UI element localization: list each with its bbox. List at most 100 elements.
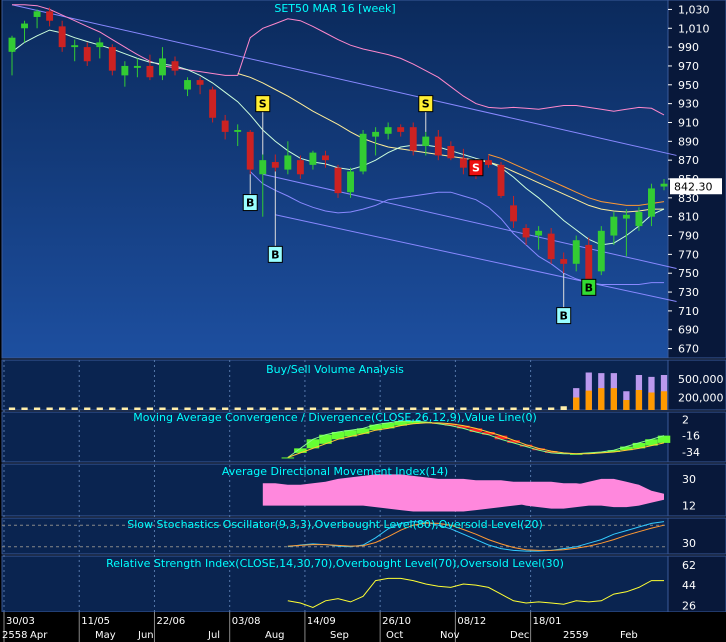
y-tick-label: 12 <box>682 500 696 513</box>
volume-bar-sell <box>334 407 342 410</box>
volume-bar <box>573 388 580 410</box>
volume-bar-sell <box>109 407 116 410</box>
x-tick-label-month: Jun <box>137 630 154 641</box>
volume-bar-sell <box>347 407 354 410</box>
signal-label: B <box>271 248 279 261</box>
y-tick-label: 870 <box>678 154 699 167</box>
y-tick-label: 950 <box>678 79 699 92</box>
volume-bar-sell <box>435 407 442 410</box>
volume-bar <box>96 407 103 410</box>
candle <box>334 164 342 198</box>
volume-bar <box>46 407 53 410</box>
volume-bar <box>184 407 191 410</box>
volume-bar <box>209 407 216 410</box>
volume-bar <box>171 407 179 410</box>
candle-body <box>610 216 618 236</box>
candle-body <box>159 58 166 76</box>
stoch-title: Slow Stochastics Oscillator(9,3,3),Overb… <box>127 518 543 531</box>
candle-body <box>359 133 367 172</box>
x-tick-label-month: 2558 <box>2 630 27 641</box>
candle-body <box>497 164 505 196</box>
y-tick-label: 1,030 <box>678 3 710 16</box>
x-tick-label: 30/03 <box>6 616 35 627</box>
volume-bar <box>485 407 492 410</box>
rsi-title: Relative Strength Index(CLOSE,14,30,70),… <box>106 557 564 570</box>
candle-body <box>83 47 91 62</box>
y-tick-label: 730 <box>678 286 699 299</box>
candle-body <box>21 23 28 29</box>
x-tick-label-month: Nov <box>440 630 460 641</box>
volume-bar-sell <box>247 407 254 410</box>
candle-body <box>58 26 66 48</box>
candle-body <box>296 160 304 175</box>
y-tick-label: 44 <box>682 579 696 592</box>
volume-bar <box>33 407 41 410</box>
volume-bar <box>397 407 404 410</box>
y-tick-label: 30 <box>682 473 696 486</box>
y-tick-label: 990 <box>678 41 699 54</box>
y-tick-label: 500,000 <box>678 373 724 386</box>
candle-body <box>347 171 354 193</box>
volume-bar-sell <box>222 407 229 410</box>
volume-bar-sell <box>359 407 367 410</box>
signal-marker-sell: S <box>468 158 484 177</box>
candle-body <box>597 230 605 272</box>
candle-body <box>322 155 329 161</box>
volume-bar <box>560 406 567 410</box>
volume-bar-sell <box>71 407 78 410</box>
candle <box>597 226 605 276</box>
volume-bar-buy <box>598 388 605 410</box>
volume-bar-sell <box>146 407 154 410</box>
volume-bar-sell <box>234 407 241 410</box>
volume-bar <box>648 376 655 410</box>
signal-label: S <box>422 98 430 111</box>
volume-bar-buy <box>623 400 630 410</box>
volume-bar-sell <box>46 407 53 410</box>
volume-bar-buy <box>635 390 643 410</box>
volume-bar-buy <box>648 392 655 410</box>
candle-body <box>33 11 41 17</box>
y-tick-label: 26 <box>682 599 696 612</box>
y-tick-label: 970 <box>678 60 699 73</box>
volume-bar <box>272 407 279 410</box>
volume-bar-buy <box>573 397 580 410</box>
volume-bar <box>522 407 530 410</box>
volume-bar <box>410 407 417 410</box>
candle-body <box>146 65 154 78</box>
candle-body <box>171 61 179 71</box>
x-tick-label-month: Feb <box>620 630 638 641</box>
volume-bar <box>447 407 454 410</box>
x-tick-label-month: Jul <box>207 630 220 641</box>
volume-bar <box>309 407 317 410</box>
x-tick-label: 08/12 <box>457 616 486 627</box>
candle-body <box>133 65 141 68</box>
volume-bar-sell <box>485 407 492 410</box>
candle-body <box>384 127 392 134</box>
volume-bar-sell <box>121 407 128 410</box>
volume-bar <box>548 407 555 410</box>
candle-body <box>209 89 217 118</box>
candle-body <box>409 127 417 151</box>
candle-body <box>334 167 342 194</box>
candle-body <box>46 11 54 21</box>
volume-bar-sell <box>159 407 166 410</box>
macd-title: Moving Average Convergence / Divergence(… <box>133 411 537 424</box>
signal-label: S <box>259 98 267 111</box>
volume-bar <box>535 407 542 410</box>
chart-window: S S S B B B B Buy/Sell Volume Analysis Moving … <box>0 0 726 642</box>
candle-body <box>522 227 530 238</box>
candle-body <box>485 160 492 165</box>
volume-bar <box>359 407 367 410</box>
volume-bar <box>121 407 128 410</box>
volume-bar-sell <box>472 407 480 410</box>
signal-label: B <box>246 197 254 210</box>
volume-bar-sell <box>497 407 505 410</box>
volume-bar <box>134 407 141 410</box>
volume-bar-sell <box>397 407 404 410</box>
y-tick-label: 2 <box>682 413 689 426</box>
volume-bar-buy <box>585 390 592 410</box>
volume-bar <box>8 407 16 410</box>
y-tick-label: 690 <box>678 324 699 337</box>
volume-bar-sell <box>548 407 555 410</box>
volume-bar <box>259 407 266 410</box>
